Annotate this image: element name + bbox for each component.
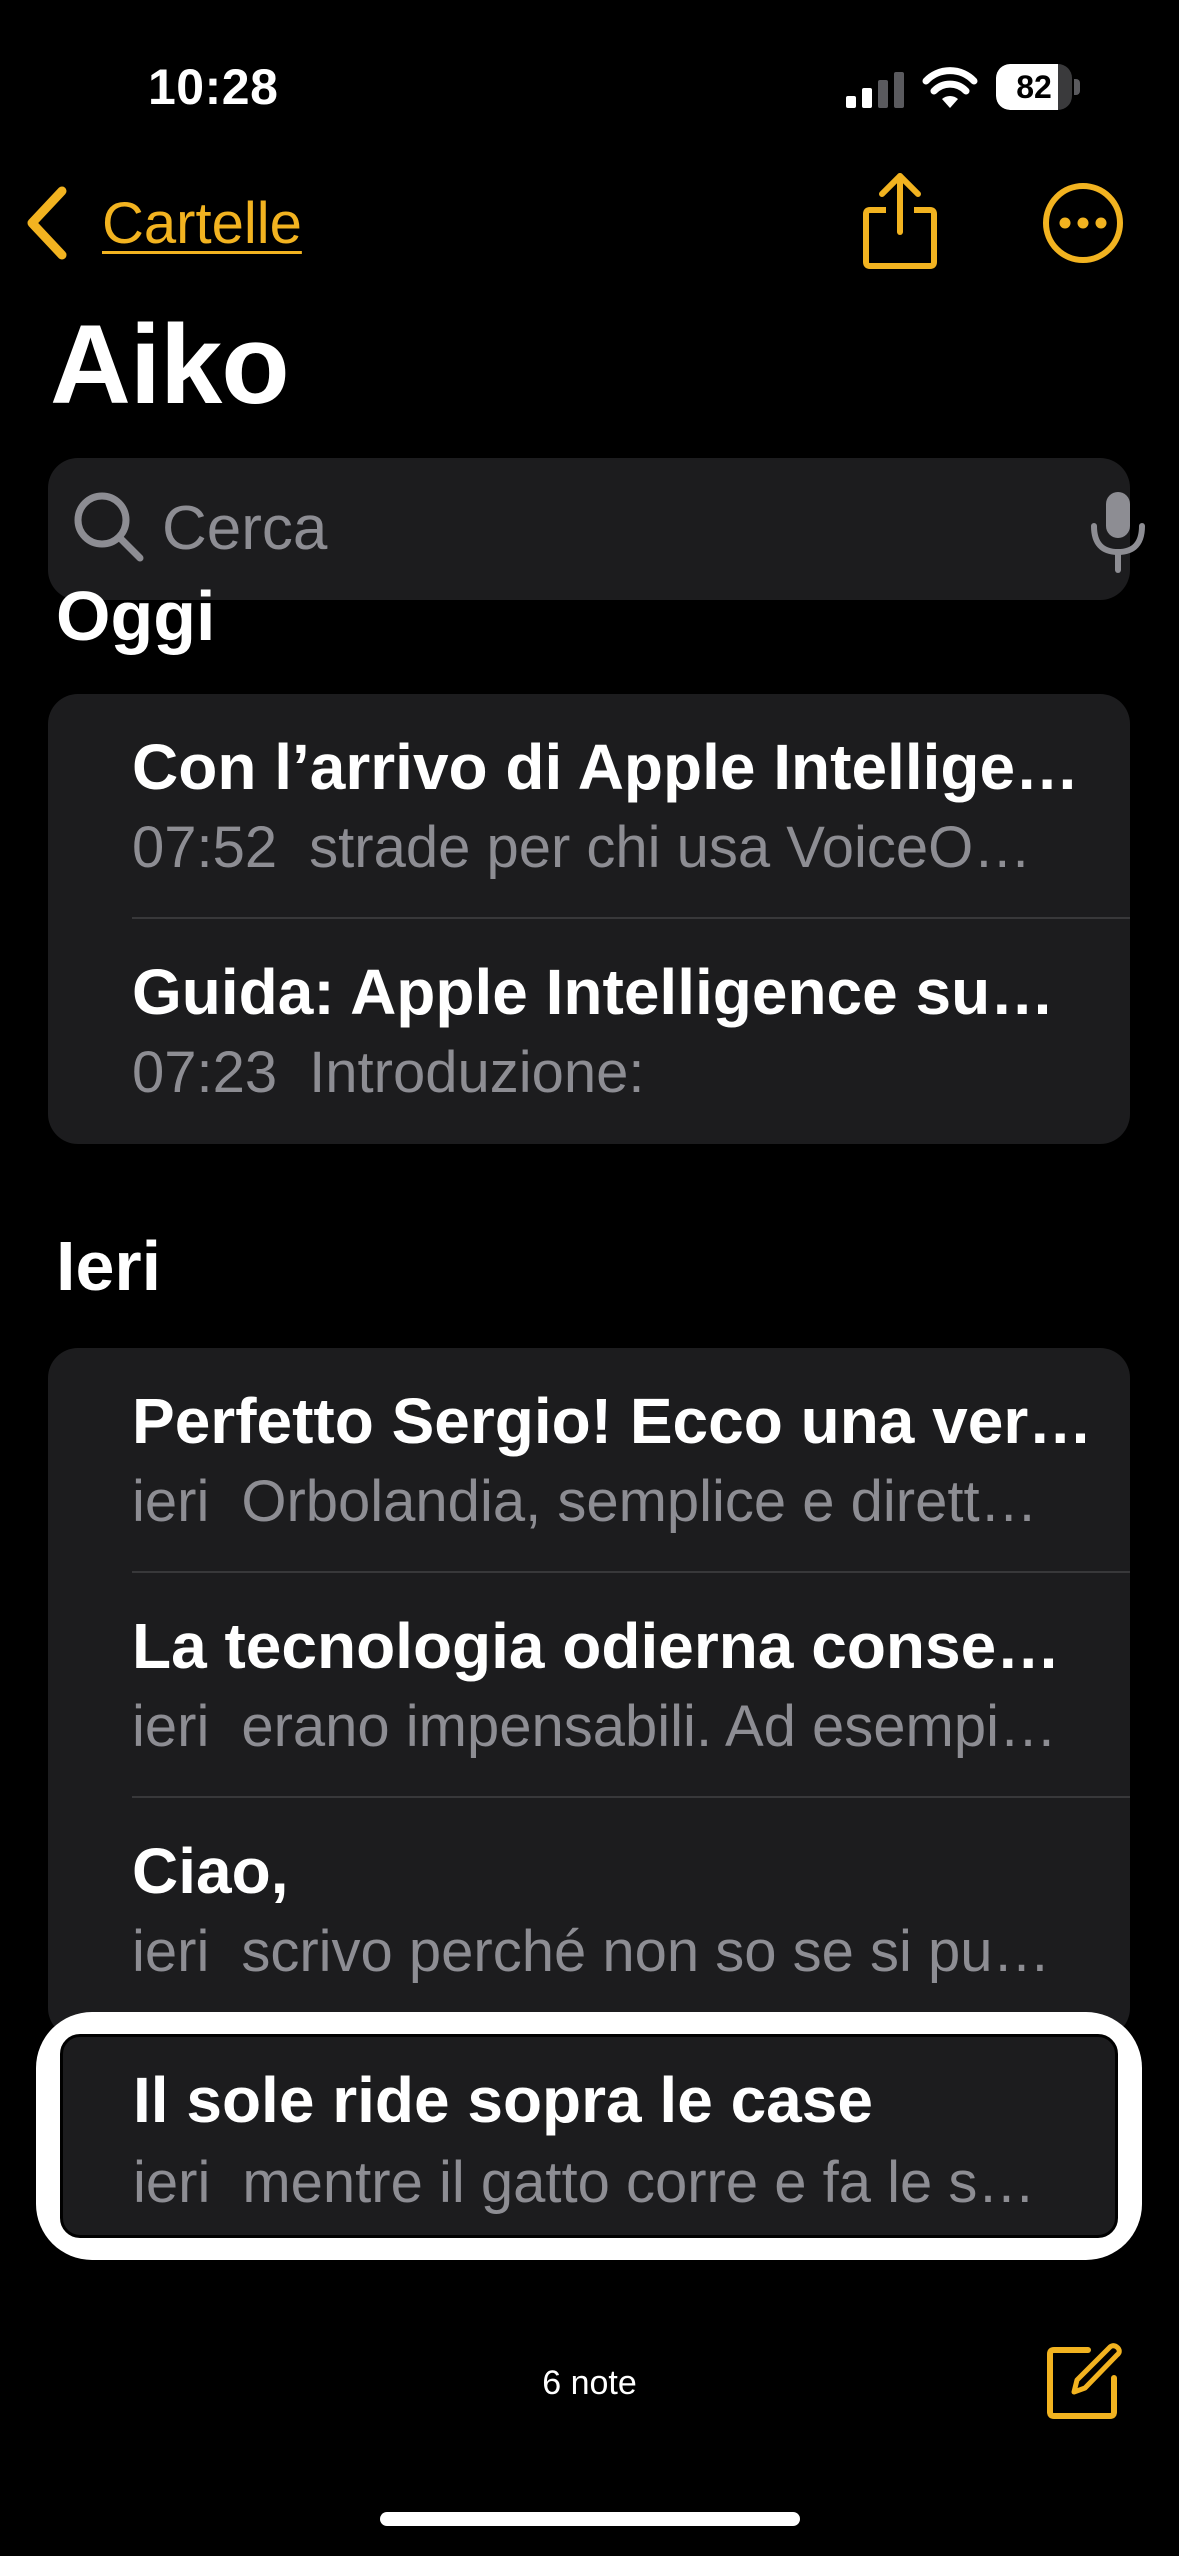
note-title: Con l’arrivo di Apple Intellige…	[132, 731, 1080, 803]
note-preview: strade per chi usa VoiceO…	[309, 815, 1032, 880]
battery-icon: 82	[996, 64, 1080, 110]
note-preview: Introduzione:	[309, 1040, 645, 1105]
note-meta: ieri mentre il gatto corre e fa le s…	[133, 2149, 1093, 2216]
note-preview: scrivo perché non so se si pu…	[241, 1919, 1051, 1984]
note-meta: ieri scrivo perché non so se si pu…	[132, 1918, 1122, 1985]
note-preview: mentre il gatto corre e fa le s…	[242, 2150, 1036, 2215]
notes-group-yesterday: Perfetto Sergio! Ecco una ver… ieri Orbol…	[48, 1348, 1130, 2038]
list-item[interactable]: Perfetto Sergio! Ecco una ver… ieri Orbol…	[48, 1348, 1130, 1573]
note-date: 07:52	[132, 815, 278, 880]
note-title: La tecnologia odierna conse…	[132, 1610, 1061, 1682]
search-icon	[74, 492, 144, 562]
note-date: 07:23	[132, 1040, 278, 1105]
note-date: ieri	[132, 1919, 210, 1984]
status-time: 10:28	[148, 59, 279, 115]
note-preview: erano impensabili. Ad esempi…	[241, 1694, 1057, 1759]
note-meta: 07:23 Introduzione:	[132, 1039, 1122, 1106]
note-title: Il sole ride sopra le case	[133, 2064, 873, 2136]
list-item[interactable]: Con l’arrivo di Apple Intellige… 07:52 st…	[48, 694, 1130, 919]
note-title: Guida: Apple Intelligence su…	[132, 956, 1055, 1028]
note-date: ieri	[132, 1469, 210, 1534]
list-item[interactable]: Ciao, ieri scrivo perché non so se si pu…	[48, 1798, 1130, 2023]
search-input[interactable]	[162, 478, 1042, 578]
list-item[interactable]: Il sole ride sopra le case ieri mentre il…	[60, 2034, 1118, 2238]
share-icon[interactable]	[860, 170, 940, 270]
wifi-icon	[922, 67, 978, 108]
back-label: Cartelle	[102, 190, 302, 256]
chevron-left-icon	[27, 186, 67, 260]
home-indicator[interactable]	[380, 2512, 800, 2526]
microphone-icon[interactable]	[1088, 490, 1148, 574]
cellular-signal-icon	[846, 72, 904, 108]
notes-group-today: Con l’arrivo di Apple Intellige… 07:52 st…	[48, 694, 1130, 1144]
note-title: Perfetto Sergio! Ecco una ver…	[132, 1385, 1093, 1457]
note-date: ieri	[132, 1694, 210, 1759]
list-item[interactable]: La tecnologia odierna conse… ieri erano i…	[48, 1573, 1130, 1798]
note-meta: 07:52 strade per chi usa VoiceO…	[132, 814, 1122, 881]
note-meta: ieri erano impensabili. Ad esempi…	[132, 1693, 1122, 1760]
list-item[interactable]: Guida: Apple Intelligence su… 07:23 Intro…	[48, 919, 1130, 1144]
highlighted-note[interactable]: Il sole ride sopra le case ieri mentre il…	[36, 2012, 1142, 2260]
note-preview: Orbolandia, semplice e dirett…	[241, 1469, 1038, 1534]
back-button[interactable]: Cartelle	[24, 178, 302, 268]
page-title: Aiko	[50, 302, 290, 427]
note-count: 6 note	[542, 2364, 637, 2402]
battery-level: 82	[1016, 69, 1052, 105]
ellipsis-circle-icon[interactable]	[1042, 182, 1124, 264]
note-title: Ciao,	[132, 1835, 289, 1907]
compose-icon[interactable]	[1044, 2340, 1124, 2420]
note-date: ieri	[133, 2150, 211, 2215]
section-title-yesterday: Ieri	[56, 1227, 162, 1305]
note-meta: ieri Orbolandia, semplice e dirett…	[132, 1468, 1122, 1535]
section-title-today: Oggi	[56, 577, 216, 655]
